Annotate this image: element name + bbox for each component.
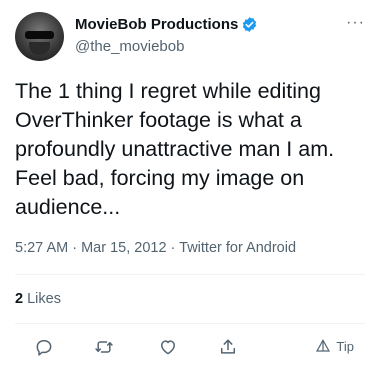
avatar-beard xyxy=(29,42,50,55)
action-bar: Tip xyxy=(0,333,380,361)
tip-label: Tip xyxy=(336,338,354,354)
like-icon[interactable] xyxy=(154,333,182,361)
likes-label: Likes xyxy=(27,291,61,307)
more-options-icon[interactable]: ··· xyxy=(346,14,365,32)
divider xyxy=(15,323,365,324)
reply-icon[interactable] xyxy=(30,333,58,361)
likes-summary[interactable]: 2 Likes xyxy=(15,291,61,307)
avatar-sunglasses xyxy=(25,31,54,39)
tip-icon xyxy=(316,339,331,352)
avatar[interactable] xyxy=(15,12,64,61)
tip-button[interactable]: Tip xyxy=(315,338,354,354)
tweet-text: The 1 thing I regret while editing OverT… xyxy=(15,79,335,219)
divider xyxy=(15,274,365,275)
tweet-timestamp[interactable]: 5:27 AM · Mar 15, 2012 · Twitter for And… xyxy=(15,240,296,256)
tweet-header: MovieBob Productions @the_moviebob ··· xyxy=(15,12,365,62)
display-name[interactable]: MovieBob Productions xyxy=(75,16,238,33)
name-row: MovieBob Productions xyxy=(75,16,258,33)
retweet-icon[interactable] xyxy=(90,333,118,361)
user-handle[interactable]: @the_moviebob xyxy=(75,38,184,55)
share-icon[interactable] xyxy=(214,333,242,361)
likes-count: 2 xyxy=(15,291,24,307)
verified-badge-icon xyxy=(241,16,258,33)
